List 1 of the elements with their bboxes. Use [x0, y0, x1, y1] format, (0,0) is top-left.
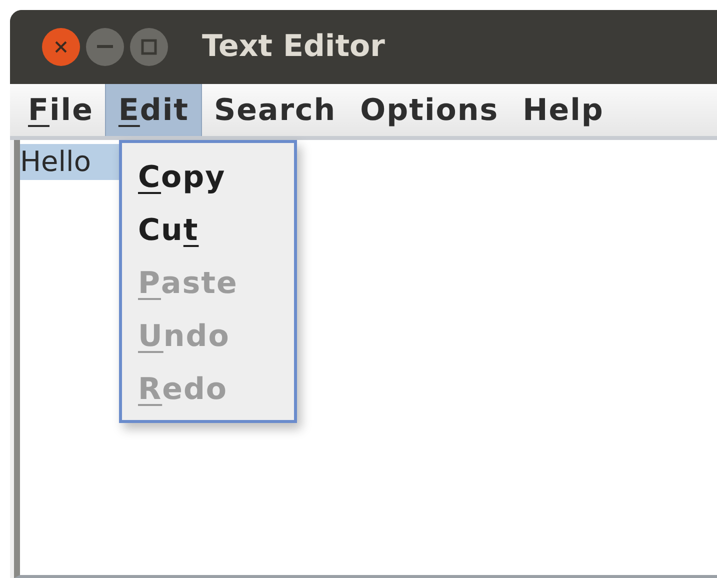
window-title: Text Editor	[202, 32, 385, 62]
